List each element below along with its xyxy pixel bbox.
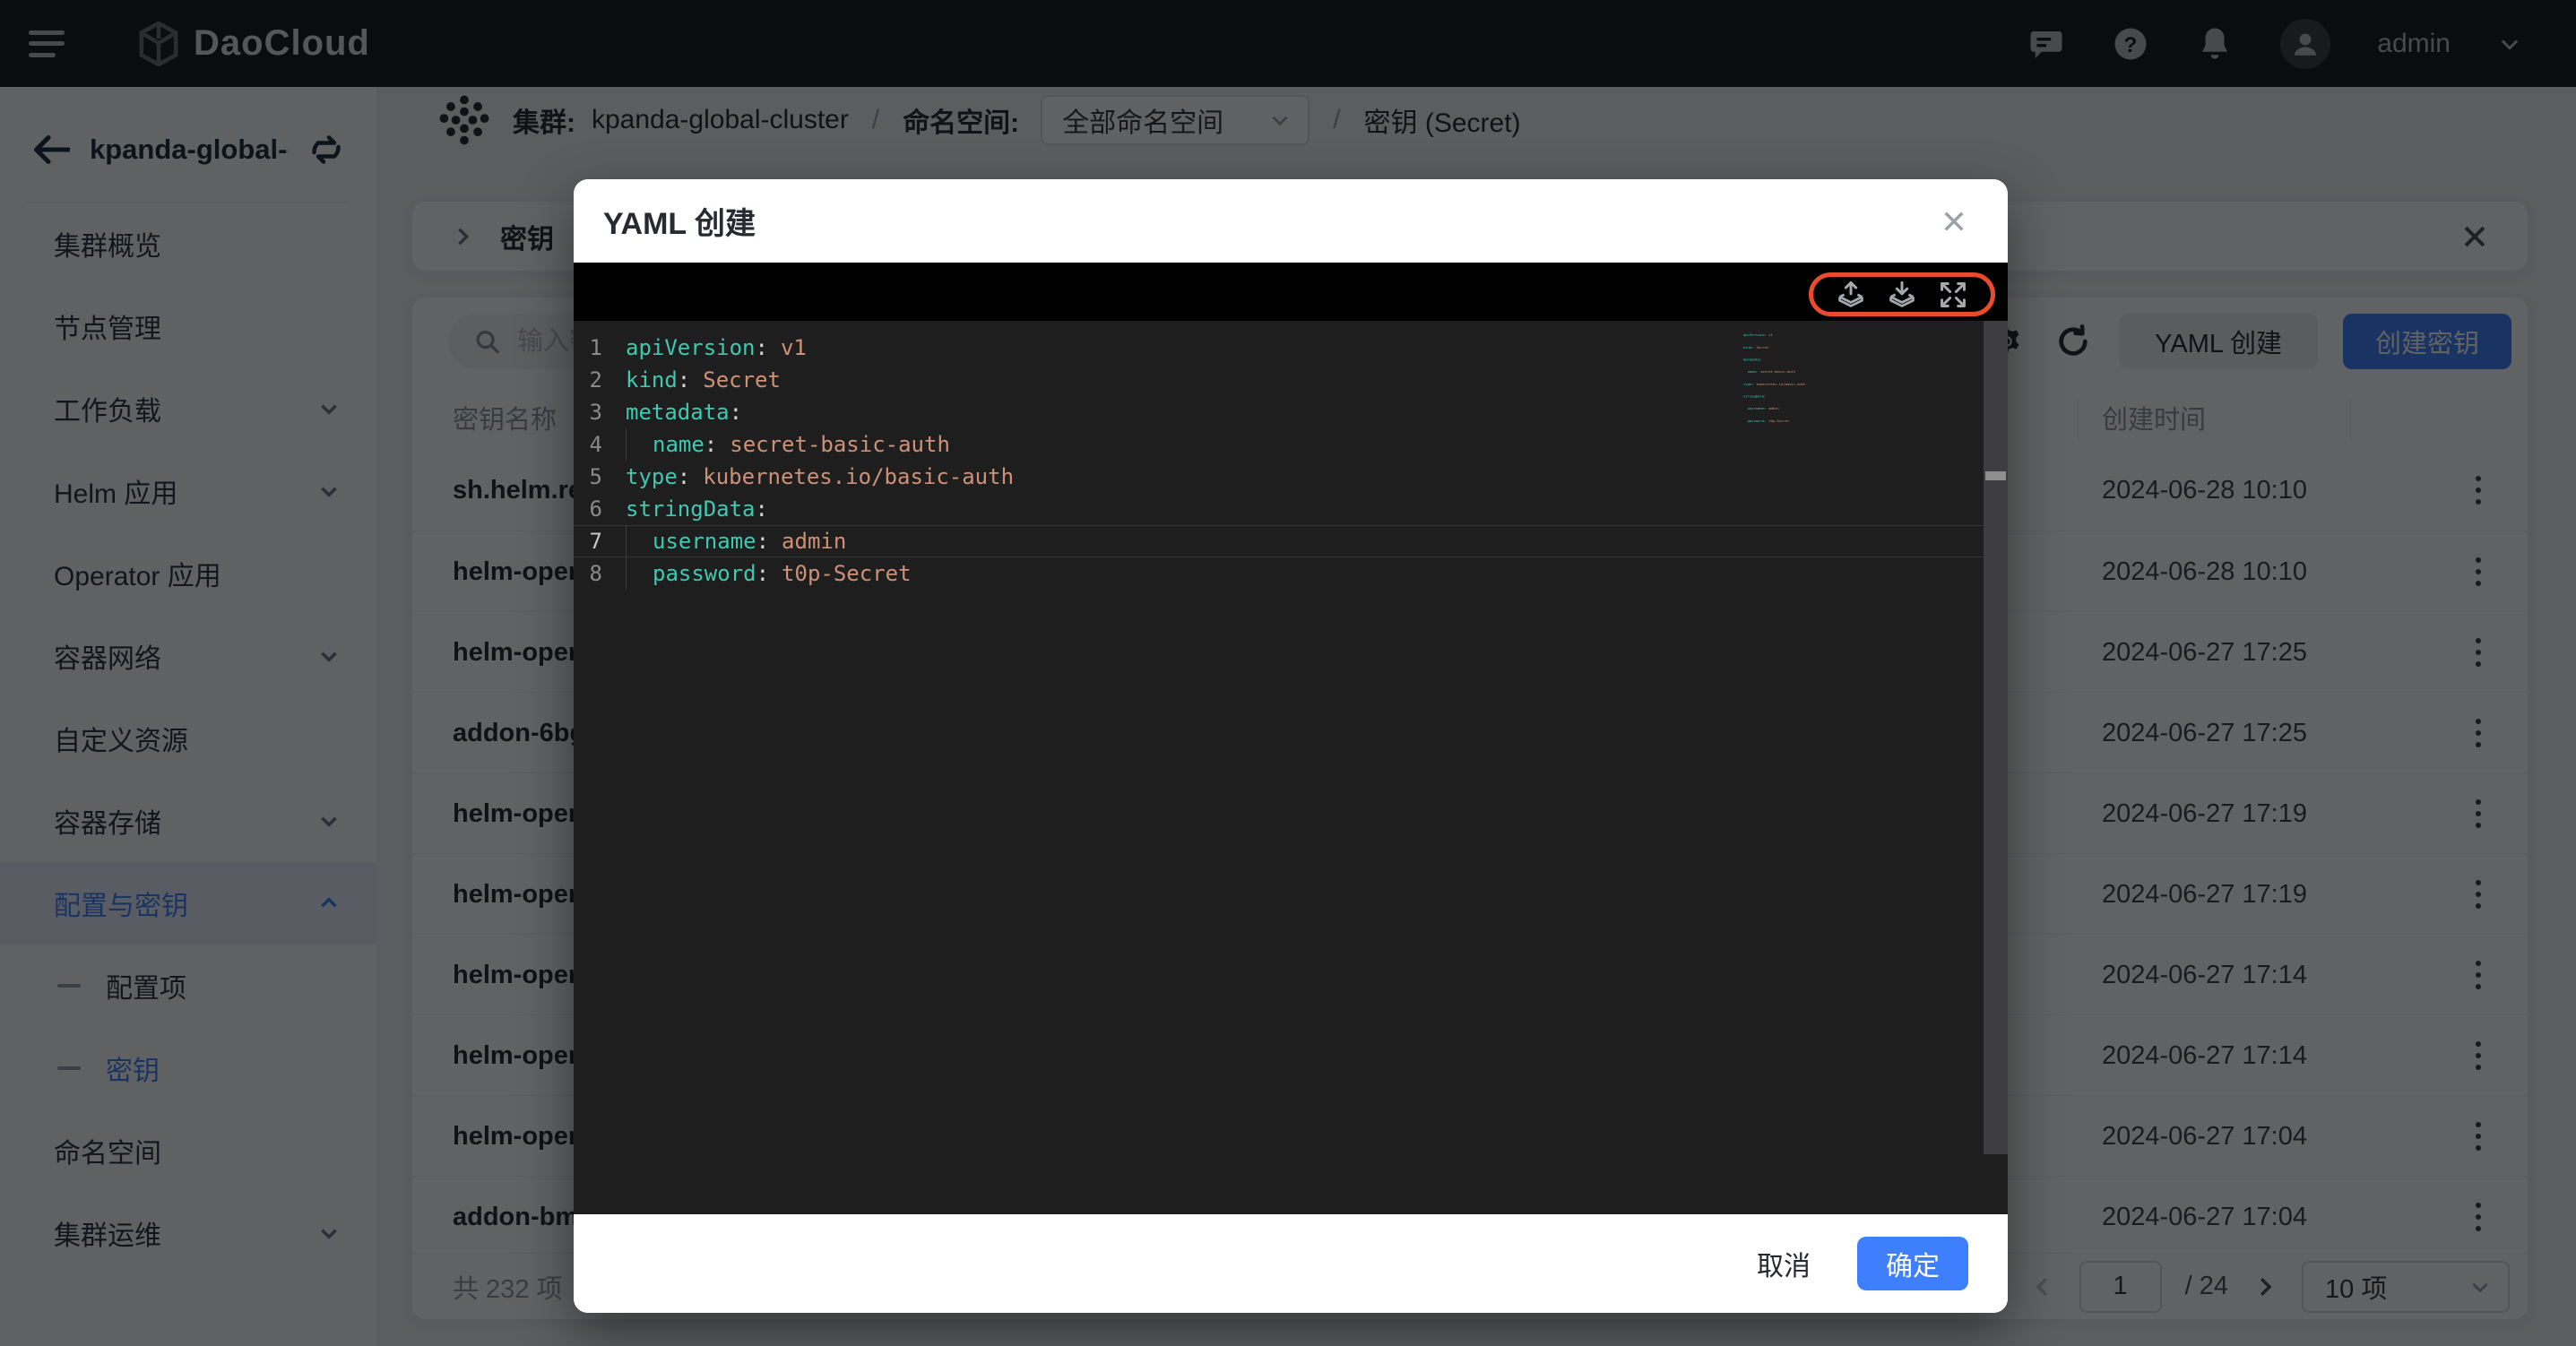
fullscreen-icon[interactable] <box>1938 280 1968 310</box>
download-yaml-icon[interactable] <box>1887 280 1917 310</box>
editor-scrollbar[interactable] <box>1984 321 2008 1154</box>
code-line-content: type:kubernetes.io/basic-auth <box>626 461 1014 493</box>
code-line-content: username:admin <box>653 525 846 557</box>
indent-guide <box>626 428 653 461</box>
cancel-button[interactable]: 取消 <box>1757 1244 1811 1283</box>
code-line-content: name:secret-basic-auth <box>653 428 950 461</box>
modal-footer: 取消 确定 <box>574 1214 2008 1313</box>
indent-guide <box>626 557 653 590</box>
editor-toolbar-highlight-box <box>1809 272 1995 316</box>
indent-guide <box>626 525 653 557</box>
app-root: DaoCloud ? admin kpanda-global-cl... <box>0 0 2576 1346</box>
code-line-content: stringData: <box>626 493 768 525</box>
upload-yaml-icon[interactable] <box>1836 280 1866 310</box>
code-line-content: apiVersion:v1 <box>626 332 807 364</box>
modal-close-icon[interactable] <box>1940 207 1968 236</box>
code-line-content: kind:Secret <box>626 364 781 396</box>
editor-toolbar <box>574 263 2008 321</box>
editor-scrollbar-thumb[interactable] <box>1985 471 2006 480</box>
confirm-button[interactable]: 确定 <box>1857 1237 1968 1290</box>
code-line-content: metadata: <box>626 396 742 428</box>
yaml-editor[interactable]: 1apiVersion:v1 2kind:Secret 3metadata: 4… <box>574 263 2008 1214</box>
yaml-create-modal: YAML 创建 1apiV <box>574 179 2008 1313</box>
modal-title: YAML 创建 <box>603 199 1940 243</box>
modal-header: YAML 创建 <box>574 179 2008 263</box>
editor-minimap[interactable]: apiVersion: v1 kind: Secret metadata: na… <box>1743 325 1887 605</box>
code-line-content: password:t0p-Secret <box>653 557 912 590</box>
